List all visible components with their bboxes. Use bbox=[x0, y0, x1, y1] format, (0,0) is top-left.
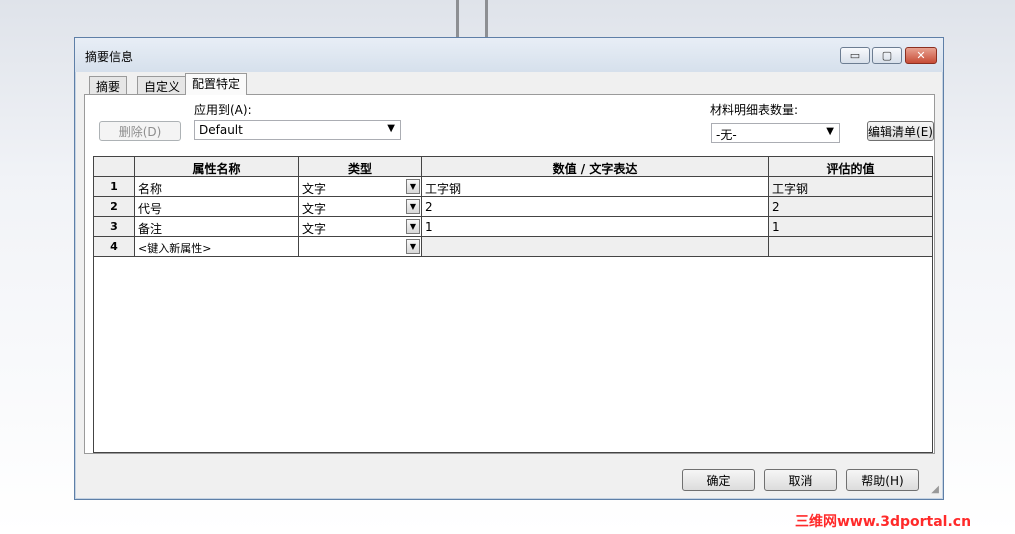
property-name-cell[interactable]: 代号 bbox=[135, 197, 299, 217]
apply-to-value: Default bbox=[199, 123, 243, 137]
type-cell[interactable]: 文字 ▼ bbox=[299, 197, 422, 217]
new-property-cell[interactable]: <键入新属性> bbox=[135, 237, 299, 257]
evaluated-cell: 工字钢 bbox=[769, 177, 933, 197]
minimize-icon: ▭ bbox=[849, 49, 861, 62]
chevron-down-icon: ▼ bbox=[387, 123, 395, 134]
corner-cell[interactable] bbox=[94, 157, 135, 177]
window-title: 摘要信息 bbox=[85, 50, 134, 64]
row-number[interactable]: 1 bbox=[94, 177, 135, 197]
resize-grip-icon[interactable]: ◢ bbox=[931, 484, 939, 495]
chevron-down-icon[interactable]: ▼ bbox=[406, 199, 420, 214]
header-evaluated-value[interactable]: 评估的值 bbox=[769, 157, 933, 177]
background-line-left bbox=[456, 0, 459, 38]
value-cell[interactable]: 工字钢 bbox=[422, 177, 769, 197]
chevron-down-icon[interactable]: ▼ bbox=[406, 239, 420, 254]
ok-button[interactable]: 确定 bbox=[682, 469, 755, 491]
row-number[interactable]: 3 bbox=[94, 217, 135, 237]
bom-qty-value: -无- bbox=[716, 128, 737, 142]
row-number[interactable]: 2 bbox=[94, 197, 135, 217]
properties-table: 属性名称 类型 数值 / 文字表达 评估的值 1 名称 文字 ▼ 工字钢 工字钢 … bbox=[93, 156, 933, 453]
tab-summary[interactable]: 摘要 bbox=[89, 76, 128, 94]
value-cell[interactable] bbox=[422, 237, 769, 257]
evaluated-cell bbox=[769, 237, 933, 257]
value-cell[interactable]: 2 bbox=[422, 197, 769, 217]
bom-qty-select[interactable]: -无- ▼ bbox=[711, 123, 840, 143]
chevron-down-icon[interactable]: ▼ bbox=[406, 179, 420, 194]
help-button[interactable]: 帮助(H) bbox=[846, 469, 919, 491]
type-value: 文字 bbox=[302, 182, 327, 196]
property-name-cell[interactable]: 名称 bbox=[135, 177, 299, 197]
row-number[interactable]: 4 bbox=[94, 237, 135, 257]
delete-button[interactable]: 删除(D) bbox=[99, 121, 181, 141]
header-value-expression[interactable]: 数值 / 文字表达 bbox=[422, 157, 769, 177]
tab-config-specific[interactable]: 配置特定 bbox=[185, 73, 248, 95]
type-value: 文字 bbox=[302, 222, 327, 236]
bom-qty-label: 材料明细表数量: bbox=[710, 103, 799, 117]
chevron-down-icon: ▼ bbox=[826, 126, 834, 137]
minimize-button[interactable]: ▭ bbox=[840, 47, 870, 64]
header-type[interactable]: 类型 bbox=[299, 157, 422, 177]
tab-panel: 删除(D) 应用到(A): Default ▼ 材料明细表数量: -无- ▼ 编… bbox=[84, 94, 935, 454]
type-value: 文字 bbox=[302, 202, 327, 216]
title-bar[interactable]: 摘要信息 ▭ ▢ ✕ bbox=[75, 38, 943, 72]
close-icon: ✕ bbox=[916, 49, 926, 62]
watermark: 三维网www.3dportal.cn bbox=[795, 514, 972, 530]
property-name-cell[interactable]: 备注 bbox=[135, 217, 299, 237]
type-cell[interactable]: 文字 ▼ bbox=[299, 177, 422, 197]
background-line-right bbox=[485, 0, 488, 38]
apply-to-select[interactable]: Default ▼ bbox=[194, 120, 401, 140]
evaluated-cell: 2 bbox=[769, 197, 933, 217]
cancel-button[interactable]: 取消 bbox=[764, 469, 837, 491]
summary-info-dialog: 摘要信息 ▭ ▢ ✕ 摘要 自定义 配置特定 删除(D) 应用到(A): Def… bbox=[74, 37, 944, 500]
header-property-name[interactable]: 属性名称 bbox=[135, 157, 299, 177]
evaluated-cell: 1 bbox=[769, 217, 933, 237]
close-button[interactable]: ✕ bbox=[905, 47, 937, 64]
maximize-icon: ▢ bbox=[881, 49, 893, 62]
maximize-button[interactable]: ▢ bbox=[872, 47, 902, 64]
type-cell[interactable]: ▼ bbox=[299, 237, 422, 257]
type-cell[interactable]: 文字 ▼ bbox=[299, 217, 422, 237]
apply-to-label: 应用到(A): bbox=[194, 103, 252, 117]
chevron-down-icon[interactable]: ▼ bbox=[406, 219, 420, 234]
tab-custom[interactable]: 自定义 bbox=[137, 76, 188, 94]
value-cell[interactable]: 1 bbox=[422, 217, 769, 237]
edit-list-button[interactable]: 编辑清单(E) bbox=[867, 121, 934, 141]
